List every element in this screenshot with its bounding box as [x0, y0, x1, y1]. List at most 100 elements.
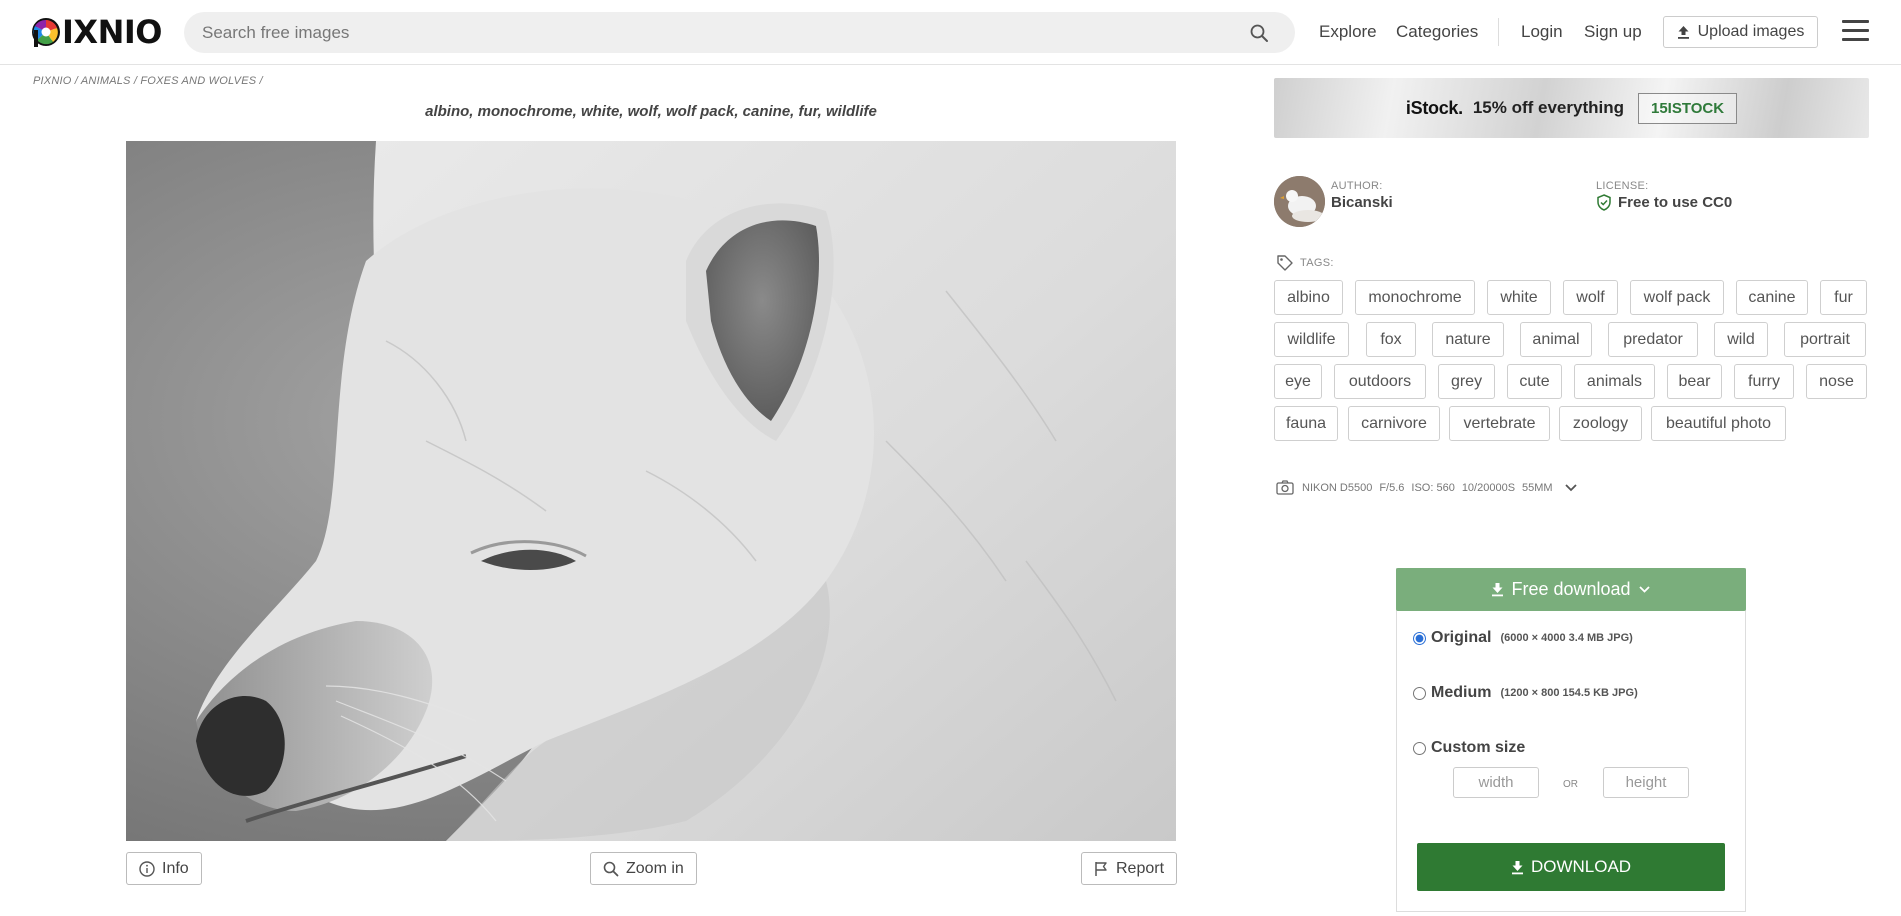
tag-predator[interactable]: predator — [1608, 322, 1698, 357]
tag-animal[interactable]: animal — [1520, 322, 1592, 357]
breadcrumb-sep: / — [74, 75, 79, 87]
tag-fur[interactable]: fur — [1820, 280, 1867, 315]
info-button[interactable]: Info — [126, 852, 202, 885]
radio-original[interactable] — [1413, 631, 1426, 645]
option-medium[interactable]: Medium (1200 × 800 154.5 KB JPG) — [1413, 684, 1638, 702]
tag-icon — [1277, 255, 1293, 271]
pixnio-logo[interactable]: IXNIO — [31, 14, 162, 50]
nav-explore-wrap: Explore — [1319, 0, 1377, 64]
search-input[interactable] — [202, 12, 1242, 53]
option-original-name: Original — [1431, 629, 1492, 646]
istock-promo-banner[interactable]: iStock. 15% off everything 15ISTOCK — [1274, 78, 1869, 138]
tag-fox[interactable]: fox — [1366, 322, 1416, 357]
tag-carnivore[interactable]: carnivore — [1348, 406, 1440, 441]
breadcrumb-sep: / — [259, 75, 263, 87]
upload-label: Upload images — [1697, 23, 1805, 40]
chevron-down-icon — [1638, 586, 1650, 593]
breadcrumb-pixnio[interactable]: PIXNIO — [33, 75, 72, 87]
download-button[interactable]: DOWNLOAD — [1417, 843, 1725, 891]
tag-outdoors[interactable]: outdoors — [1334, 364, 1426, 399]
hamburger-menu-icon[interactable] — [1842, 20, 1869, 42]
shield-check-icon — [1597, 194, 1611, 211]
tag-canine[interactable]: canine — [1736, 280, 1808, 315]
option-custom-name: Custom size — [1431, 739, 1526, 756]
free-download-label: Free download — [1511, 579, 1631, 599]
author-label: AUTHOR: — [1331, 180, 1383, 192]
breadcrumb: PIXNIO / ANIMALS / FOXES AND WOLVES / — [33, 75, 263, 87]
signup-link[interactable]: Sign up — [1584, 22, 1642, 42]
tag-bear[interactable]: bear — [1667, 364, 1722, 399]
tag-wolf-pack[interactable]: wolf pack — [1630, 280, 1724, 315]
author-name-text: Bicanski — [1331, 194, 1393, 211]
search-icon[interactable] — [1249, 23, 1269, 43]
tag-zoology[interactable]: zoology — [1559, 406, 1642, 441]
download-button-label: DOWNLOAD — [1530, 857, 1632, 876]
image-title: albino, monochrome, white, wolf, wolf pa… — [425, 103, 877, 120]
report-button[interactable]: Report — [1081, 852, 1178, 885]
tag-beautiful-photo[interactable]: beautiful photo — [1651, 406, 1786, 441]
exif-focal: 55MM — [1522, 481, 1553, 494]
logo-text: IXNIO — [62, 13, 162, 51]
search-bar — [184, 12, 1295, 53]
tag-albino[interactable]: albino — [1274, 280, 1343, 315]
tag-white[interactable]: white — [1487, 280, 1551, 315]
tag-monochrome[interactable]: monochrome — [1355, 280, 1475, 315]
exif-aperture: F/5.6 — [1379, 481, 1405, 494]
radio-custom-size[interactable] — [1413, 741, 1426, 755]
breadcrumb-foxes-and-wolves[interactable]: FOXES AND WOLVES — [140, 75, 256, 87]
tag-wildlife[interactable]: wildlife — [1274, 322, 1349, 357]
license-value[interactable]: Free to use CC0 — [1596, 194, 1732, 211]
tag-furry[interactable]: furry — [1734, 364, 1794, 399]
zoom-in-button[interactable]: Zoom in — [590, 852, 697, 885]
radio-medium[interactable] — [1413, 686, 1426, 700]
promo-text: 15% off everything — [1472, 98, 1624, 117]
nav-explore[interactable]: Explore — [1319, 22, 1377, 42]
breadcrumb-animals[interactable]: ANIMALS — [81, 75, 131, 87]
exif-info: NIKON D5500 F/5.6 ISO: 560 10/20000S 55M… — [1276, 480, 1578, 495]
tag-wolf[interactable]: wolf — [1563, 280, 1618, 315]
license-label: LICENSE: — [1596, 180, 1649, 192]
option-original[interactable]: Original (6000 × 4000 3.4 MB JPG) — [1413, 629, 1633, 647]
nav-signup-wrap: Sign up — [1584, 0, 1642, 64]
tag-nose[interactable]: nose — [1806, 364, 1867, 399]
option-medium-name: Medium — [1431, 684, 1492, 701]
tag-animals[interactable]: animals — [1574, 364, 1655, 399]
camera-icon — [1276, 480, 1294, 495]
author-avatar[interactable] — [1274, 176, 1325, 227]
custom-height-input[interactable] — [1603, 767, 1689, 798]
tag-eye[interactable]: eye — [1274, 364, 1322, 399]
tag-portrait[interactable]: portrait — [1784, 322, 1866, 357]
tag-fauna[interactable]: fauna — [1274, 406, 1338, 441]
login-link[interactable]: Login — [1521, 22, 1563, 42]
option-medium-detail: (1200 × 800 154.5 KB JPG) — [1500, 687, 1638, 699]
zoom-icon — [603, 861, 619, 876]
site-header: IXNIO Explore Categories Login Sign up U… — [0, 0, 1901, 65]
tag-nature[interactable]: nature — [1432, 322, 1504, 357]
info-label: Info — [162, 859, 189, 877]
tag-grey[interactable]: grey — [1438, 364, 1495, 399]
custom-width-input[interactable] — [1453, 767, 1539, 798]
promo-code[interactable]: 15ISTOCK — [1637, 92, 1738, 124]
exif-shutter: 10/20000S — [1461, 481, 1516, 494]
tag-vertebrate[interactable]: vertebrate — [1449, 406, 1550, 441]
main-photo[interactable] — [126, 141, 1176, 841]
upload-icon — [1677, 26, 1689, 39]
exif-camera: NIKON D5500 — [1302, 481, 1373, 494]
nav-categories[interactable]: Categories — [1396, 22, 1478, 42]
license-value-text: Free to use CC0 — [1618, 194, 1733, 211]
tag-cute[interactable]: cute — [1507, 364, 1562, 399]
exif-iso: ISO: 560 — [1411, 481, 1455, 494]
option-custom-size[interactable]: Custom size — [1413, 739, 1534, 757]
info-icon — [139, 860, 155, 877]
logo-mark-icon — [31, 17, 61, 47]
tags-label: TAGS: — [1276, 254, 1334, 272]
free-download-button[interactable]: Free download — [1396, 568, 1746, 611]
chevron-down-icon[interactable] — [1564, 483, 1578, 493]
flag-icon — [1095, 861, 1107, 876]
istock-logo: iStock. — [1405, 97, 1463, 118]
nav-categories-wrap: Categories — [1396, 0, 1478, 64]
tag-wild[interactable]: wild — [1714, 322, 1768, 357]
author-name[interactable]: Bicanski — [1331, 194, 1393, 211]
upload-images-button[interactable]: Upload images — [1663, 16, 1818, 48]
or-separator: OR — [1563, 779, 1578, 790]
